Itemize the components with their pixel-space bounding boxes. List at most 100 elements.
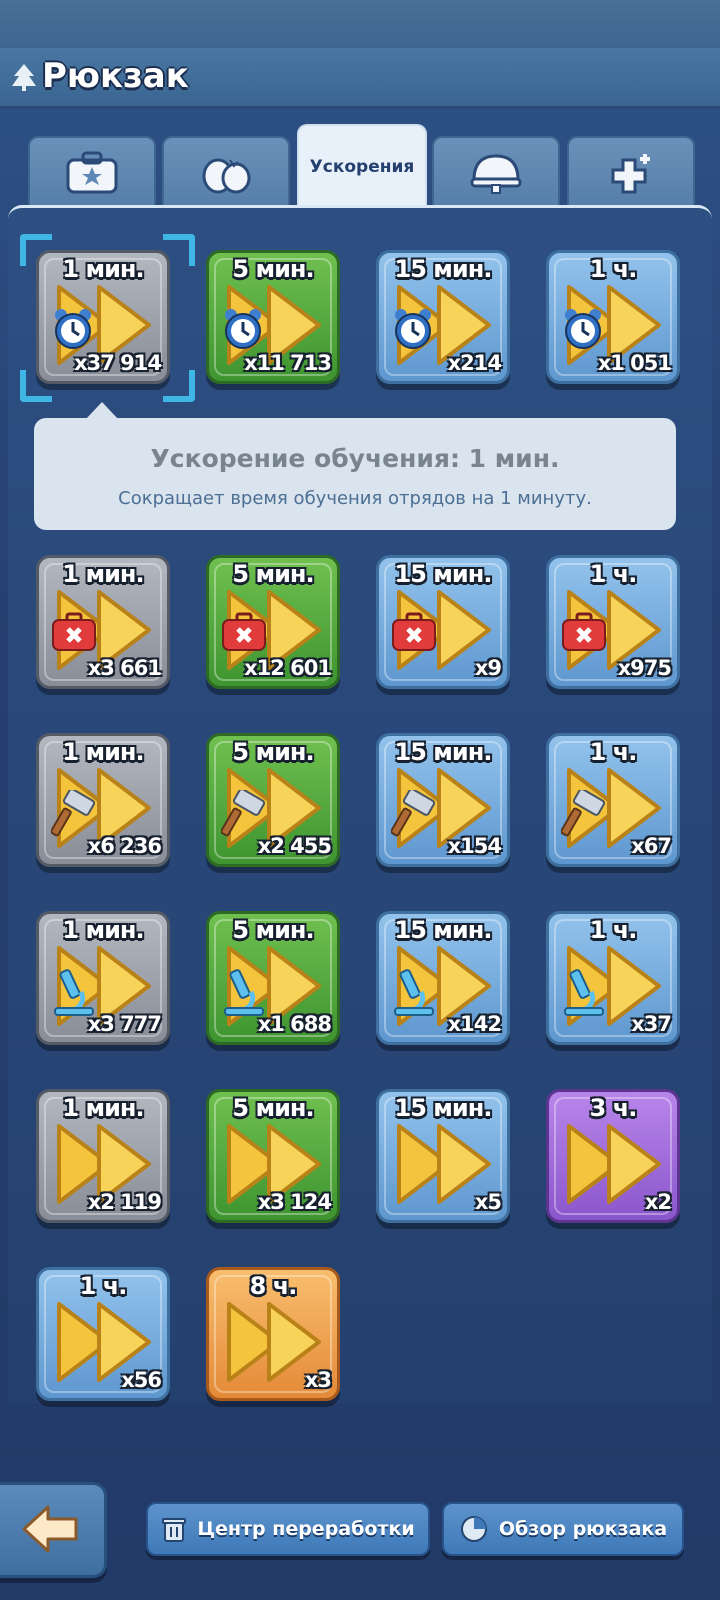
trash-can-icon <box>162 1518 187 1542</box>
item-duration: 5 мин. <box>232 1094 314 1122</box>
item-quantity: x3 124 <box>257 1190 332 1214</box>
speedup-item-card[interactable]: 15 мин. x154 <box>376 733 510 867</box>
speedup-item-card[interactable]: 1 мин. x3 777 <box>36 911 170 1045</box>
speedup-item-card[interactable]: 15 мин. x5 <box>376 1089 510 1223</box>
back-arrow-icon <box>22 1505 78 1553</box>
speedup-item-card[interactable]: 3 ч. x2 <box>546 1089 680 1223</box>
item-duration: 15 мин. <box>394 560 493 588</box>
item-duration: 1 мин. <box>62 255 144 283</box>
item-duration: 15 мин. <box>394 255 493 283</box>
first-aid-kit-icon <box>562 612 606 651</box>
item-quantity: x154 <box>447 834 502 858</box>
eggs-icon <box>202 158 251 194</box>
hammer-icon <box>51 790 96 837</box>
item-quantity: x3 661 <box>87 656 162 680</box>
item-duration: 5 мин. <box>232 916 314 944</box>
item-quantity: x9 <box>474 656 502 680</box>
backpack-overview-label: Обзор рюкзака <box>498 1518 668 1540</box>
tab-speedups[interactable]: Ускорения <box>297 124 427 208</box>
speedup-item-card[interactable]: 5 мин. x2 455 <box>206 733 340 867</box>
item-quantity: x2 <box>644 1190 672 1214</box>
item-quantity: x975 <box>617 656 672 680</box>
speedup-item-card[interactable]: 1 мин. x37 914 <box>36 250 170 384</box>
item-quantity: x3 <box>304 1368 332 1392</box>
alarm-clock-icon <box>565 309 601 349</box>
tab-medical[interactable] <box>567 136 695 208</box>
item-quantity: x5 <box>474 1190 502 1214</box>
speedup-item-card[interactable]: 1 мин. x6 236 <box>36 733 170 867</box>
item-quantity: x142 <box>447 1012 502 1036</box>
tooltip-pointer <box>86 402 118 419</box>
item-duration: 1 мин. <box>62 738 144 766</box>
speedup-item-card[interactable]: 15 мин. x9 <box>376 555 510 689</box>
item-quantity: x56 <box>121 1368 162 1392</box>
first-aid-kit-icon <box>52 612 96 651</box>
item-duration: 15 мин. <box>394 738 493 766</box>
item-quantity: x2 119 <box>87 1190 162 1214</box>
item-quantity: x37 <box>631 1012 672 1036</box>
item-duration: 1 мин. <box>62 560 144 588</box>
tab-equipment[interactable] <box>432 136 560 208</box>
item-duration: 1 мин. <box>62 916 144 944</box>
item-duration: 1 ч. <box>589 738 638 766</box>
microscope-icon <box>54 969 94 1016</box>
speedup-item-card[interactable]: 8 ч. x3 <box>206 1267 340 1401</box>
tab-eggs[interactable] <box>162 136 290 208</box>
header: Рюкзак <box>0 48 720 109</box>
item-duration: 5 мин. <box>232 560 314 588</box>
item-quantity: x1 688 <box>257 1012 332 1036</box>
item-duration: 5 мин. <box>232 255 314 283</box>
speedup-item-card[interactable]: 15 мин. x214 <box>376 250 510 384</box>
hammer-icon <box>391 790 436 837</box>
speedup-item-card[interactable]: 1 ч. x975 <box>546 555 680 689</box>
microscope-icon <box>564 969 604 1016</box>
status-bar-area <box>0 0 720 48</box>
item-duration: 1 ч. <box>589 916 638 944</box>
item-tooltip: Ускорение обучения: 1 мин. Сокращает вре… <box>34 418 676 530</box>
item-duration: 3 ч. <box>589 1094 638 1122</box>
first-aid-kit-icon <box>392 612 436 651</box>
microscope-icon <box>394 969 434 1016</box>
speedup-item-card[interactable]: 1 ч. x1 051 <box>546 250 680 384</box>
speedup-item-card[interactable]: 5 мин. x1 688 <box>206 911 340 1045</box>
tooltip-title: Ускорение обучения: 1 мин. <box>150 444 560 473</box>
tab-speedups-label: Ускорения <box>309 157 415 177</box>
item-quantity: x12 601 <box>244 656 332 680</box>
speedup-item-card[interactable]: 1 мин. x2 119 <box>36 1089 170 1223</box>
alarm-clock-icon <box>395 309 431 349</box>
item-duration: 1 ч. <box>589 560 638 588</box>
helmet-icon <box>470 154 522 194</box>
hammer-icon <box>221 790 266 837</box>
speedup-item-card[interactable]: 5 мин. x3 124 <box>206 1089 340 1223</box>
speedup-item-card[interactable]: 15 мин. x142 <box>376 911 510 1045</box>
item-duration: 1 ч. <box>589 255 638 283</box>
speedup-item-card[interactable]: 1 ч. x67 <box>546 733 680 867</box>
item-duration: 5 мин. <box>232 738 314 766</box>
item-duration: 15 мин. <box>394 916 493 944</box>
backpack-overview-button[interactable]: Обзор рюкзака <box>442 1502 684 1556</box>
speedup-item-card[interactable]: 1 ч. x37 <box>546 911 680 1045</box>
item-duration: 8 ч. <box>249 1272 298 1300</box>
recycle-center-button[interactable]: Центр переработки <box>146 1502 430 1556</box>
back-button[interactable] <box>0 1482 107 1578</box>
first-aid-kit-icon <box>222 612 266 651</box>
briefcase-star-icon <box>66 151 118 194</box>
speedup-item-card[interactable]: 1 мин. x3 661 <box>36 555 170 689</box>
microscope-icon <box>224 969 264 1016</box>
item-quantity: x11 713 <box>244 351 332 375</box>
item-quantity: x67 <box>631 834 672 858</box>
page-title: Рюкзак <box>42 56 189 96</box>
pie-chart-icon <box>460 1516 487 1542</box>
speedup-item-card[interactable]: 1 ч. x56 <box>36 1267 170 1401</box>
tab-items[interactable] <box>28 136 156 208</box>
item-quantity: x37 914 <box>74 351 162 375</box>
item-duration: 1 ч. <box>79 1272 128 1300</box>
speedup-item-card[interactable]: 5 мин. x11 713 <box>206 250 340 384</box>
speedup-item-card[interactable]: 5 мин. x12 601 <box>206 555 340 689</box>
alarm-clock-icon <box>55 309 91 349</box>
item-duration: 1 мин. <box>62 1094 144 1122</box>
tooltip-description: Сокращает время обучения отрядов на 1 ми… <box>118 488 592 509</box>
recycle-center-label: Центр переработки <box>197 1518 415 1540</box>
item-duration: 15 мин. <box>394 1094 493 1122</box>
item-quantity: x3 777 <box>87 1012 162 1036</box>
